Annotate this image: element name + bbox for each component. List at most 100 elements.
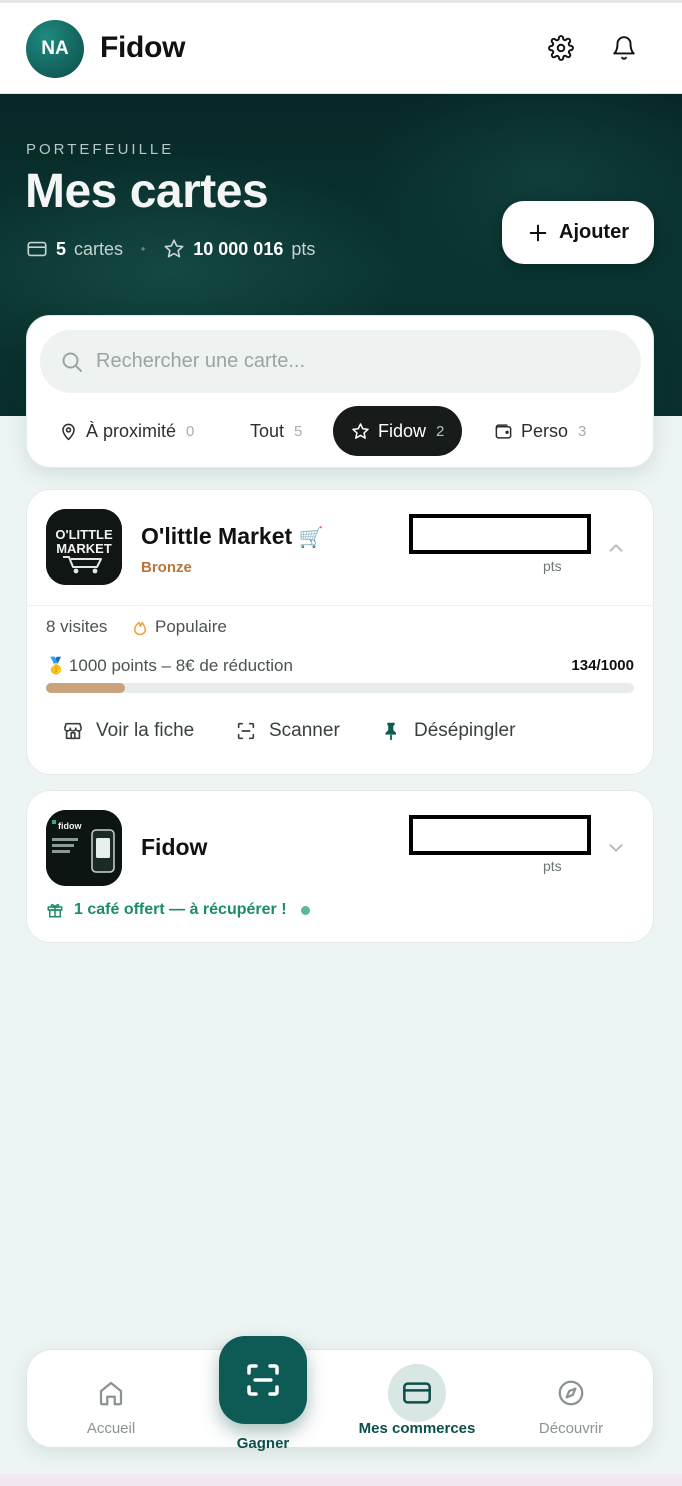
- notifications-button[interactable]: [609, 33, 639, 63]
- location-pin-icon: [62, 423, 75, 440]
- cart-emoji: 🛒: [298, 527, 324, 549]
- merchant-name: Fidow: [141, 834, 208, 860]
- merchant-name: O'little Market 🛒: [141, 523, 323, 550]
- reward-status-dot: [300, 905, 310, 915]
- nav-merchants[interactable]: Mes commerces: [337, 1350, 497, 1449]
- wallet-stats: 5 cartes • 10 000 016 pts: [26, 238, 315, 260]
- nav-merchants-icon-wrap: [388, 1364, 446, 1422]
- reward-progress-label: 🥇 1000 points – 8€ de réduction: [46, 656, 293, 676]
- search-bar[interactable]: [40, 330, 641, 393]
- wallet-icon: [495, 423, 512, 439]
- cards-count-value: 5: [56, 238, 67, 259]
- logo-text-line1: O'LITTLE: [55, 527, 113, 542]
- filter-fidow-label: Fidow: [378, 420, 427, 441]
- filter-perso-count: 3: [578, 422, 587, 440]
- unpin-button[interactable]: Désépingler: [380, 720, 515, 742]
- filter-all-label: Tout: [250, 420, 285, 441]
- plus-icon: [529, 224, 547, 241]
- system-bottom-strip: [0, 1474, 682, 1486]
- merchant-logo: fidow: [46, 810, 122, 886]
- points-stat: 10 000 016 pts: [163, 238, 315, 260]
- top-bar: NA Fidow: [0, 0, 682, 94]
- nav-home[interactable]: Accueil: [31, 1350, 191, 1449]
- filter-tabs: À proximité 0 Tout 5 Fidow 2 Perso 3: [41, 406, 641, 456]
- bell-icon: [613, 36, 635, 60]
- medal-emoji: 🥇: [46, 658, 66, 675]
- nav-discover[interactable]: Découvrir: [491, 1350, 651, 1449]
- app-title: Fidow: [100, 31, 186, 64]
- progress-counter: 134/1000: [571, 657, 634, 674]
- gear-icon: [548, 35, 574, 61]
- tier-badge: Bronze: [141, 559, 192, 576]
- reward-available-banner[interactable]: 1 café offert — à récupérer !: [46, 901, 310, 919]
- view-details-button[interactable]: Voir la fiche: [62, 720, 194, 742]
- chevron-up-icon[interactable]: [605, 537, 627, 559]
- card-icon: [27, 241, 47, 257]
- visits-count: 8 visites: [46, 617, 108, 636]
- filter-nearby-label: À proximité: [86, 420, 177, 441]
- points-value: 10 000 016: [193, 238, 284, 259]
- scan-icon: [237, 722, 255, 740]
- nav-discover-icon-wrap: [542, 1364, 600, 1422]
- logo-text-line2: MARKET: [56, 541, 112, 556]
- cards-count-stat: 5 cartes: [26, 238, 123, 260]
- cards-count-label: cartes: [74, 238, 124, 259]
- loyalty-card-fidow[interactable]: fidow Fidow pts 1 café offert — à récupé…: [26, 790, 654, 943]
- points-redacted-box: [409, 815, 591, 855]
- filter-nearby[interactable]: À proximité 0: [59, 406, 194, 456]
- unpin-label: Désépingler: [414, 720, 516, 741]
- filter-all[interactable]: Tout 5: [250, 406, 302, 456]
- logo-text: fidow: [58, 821, 82, 831]
- avatar[interactable]: NA: [26, 20, 84, 78]
- filter-nearby-count: 0: [186, 422, 195, 440]
- star-icon: [352, 422, 369, 439]
- search-icon: [62, 352, 82, 372]
- filter-fidow[interactable]: Fidow 2: [333, 406, 463, 456]
- view-details-label: Voir la fiche: [96, 720, 195, 741]
- storefront-icon: [63, 722, 83, 740]
- filter-fidow-count: 2: [436, 422, 445, 440]
- search-input[interactable]: [96, 350, 596, 373]
- stat-separator: •: [141, 242, 146, 256]
- reward-progress-fill: [46, 683, 125, 693]
- scan-label: Scanner: [269, 720, 340, 741]
- add-card-label: Ajouter: [559, 221, 629, 243]
- loyalty-card-olittle-market[interactable]: O'LITTLE MARKET O'little Market 🛒 Bronze…: [26, 489, 654, 775]
- page-title: Mes cartes: [25, 165, 269, 218]
- merchant-name-text: O'little Market: [141, 523, 293, 549]
- card-icon: [403, 1382, 431, 1404]
- reward-text: 1000 points – 8€ de réduction: [68, 656, 293, 675]
- merchant-logo: O'LITTLE MARKET: [46, 509, 122, 585]
- filter-perso-label: Perso: [521, 420, 569, 441]
- filter-perso[interactable]: Perso 3: [494, 406, 586, 456]
- home-icon: [99, 1381, 123, 1406]
- scan-button[interactable]: Scanner: [235, 720, 340, 742]
- search-filter-panel: À proximité 0 Tout 5 Fidow 2 Perso 3: [26, 315, 654, 468]
- points-redacted-box: [409, 514, 591, 554]
- nav-discover-label: Découvrir: [538, 1420, 604, 1437]
- nav-merchants-label: Mes commerces: [358, 1420, 476, 1437]
- reward-progress-bar: [46, 683, 634, 693]
- flame-icon: [134, 621, 146, 636]
- add-card-button[interactable]: Ajouter: [502, 201, 654, 264]
- section-overline: PORTEFEUILLE: [26, 141, 175, 158]
- bottom-navigation: Accueil Mes commerces Découvrir: [26, 1349, 654, 1448]
- points-unit: pts: [543, 558, 562, 574]
- points-unit: pts: [543, 858, 562, 874]
- nav-home-icon-wrap: [82, 1364, 140, 1422]
- chevron-down-icon[interactable]: [605, 837, 627, 859]
- compass-icon: [558, 1380, 584, 1406]
- points-label: pts: [291, 238, 316, 259]
- gift-icon: [47, 904, 63, 918]
- reward-available-text: 1 café offert — à récupérer !: [74, 901, 287, 918]
- nav-home-label: Accueil: [86, 1420, 136, 1437]
- scan-icon: [247, 1364, 279, 1396]
- pin-icon: [385, 722, 397, 741]
- filter-all-count: 5: [294, 422, 303, 440]
- popularity-badge: Populaire: [131, 617, 227, 637]
- star-icon: [164, 239, 184, 258]
- earn-scan-fab[interactable]: [219, 1336, 307, 1424]
- settings-button[interactable]: [546, 33, 576, 63]
- earn-scan-label: Gagner: [236, 1435, 290, 1452]
- card-divider: [27, 605, 653, 606]
